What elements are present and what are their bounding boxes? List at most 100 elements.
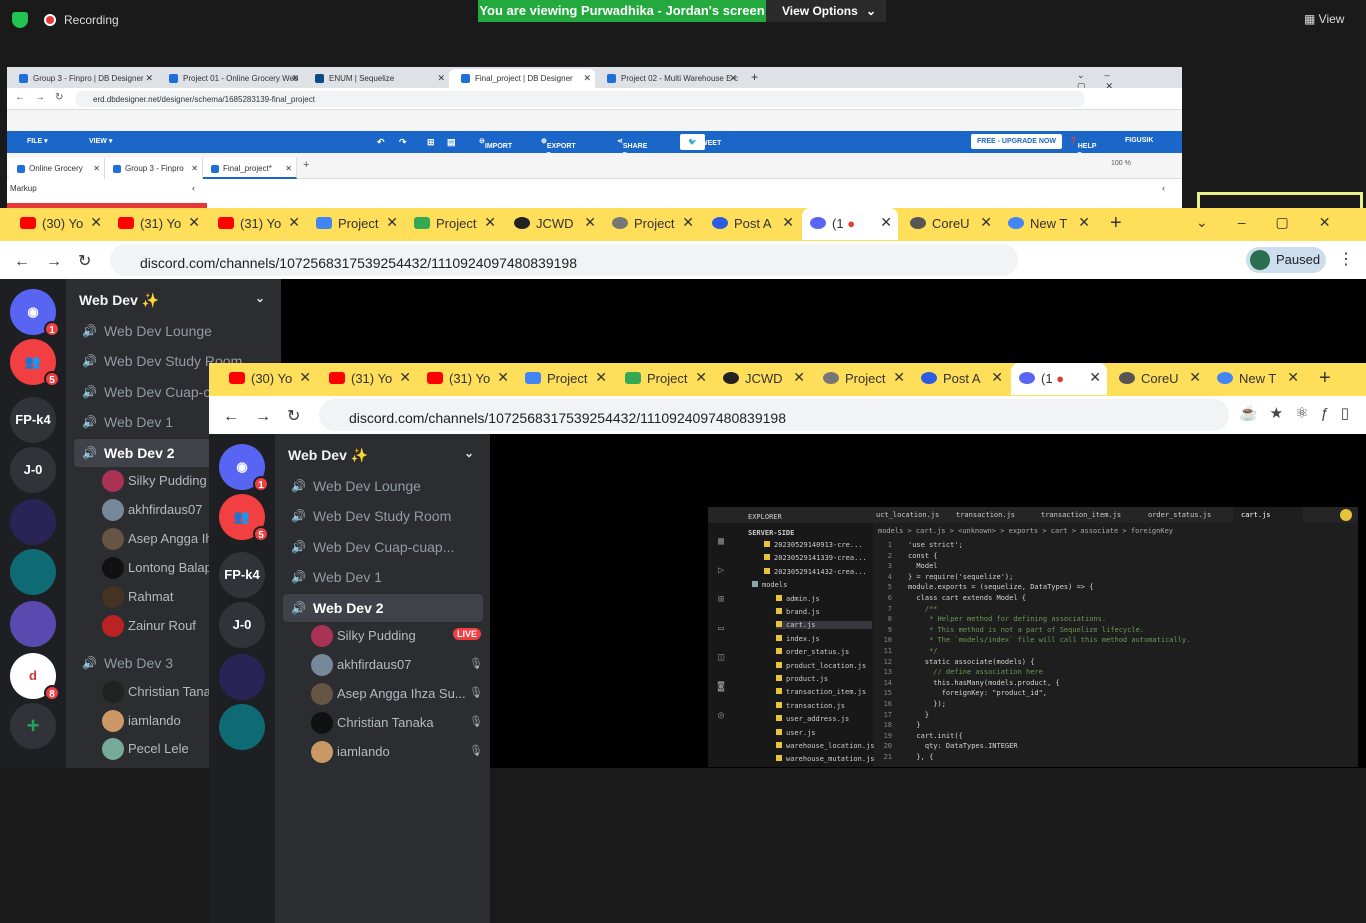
voice-channel[interactable]: 🔊 Web Dev Lounge	[283, 472, 483, 500]
voice-user[interactable]: Silky Pudding LIVE	[307, 622, 487, 650]
close-icon[interactable]: ✕	[1078, 214, 1090, 231]
close-icon[interactable]: ✕	[90, 214, 102, 231]
close-icon[interactable]: ✕	[584, 214, 596, 231]
user-menu[interactable]: FIGUSIK	[1125, 137, 1153, 144]
friends-icon[interactable]: 👥 5	[219, 494, 269, 542]
file-tree-item[interactable]: cart.js	[776, 621, 872, 630]
file-tree-item[interactable]: user.js	[776, 728, 816, 737]
view-button[interactable]: ▦ View	[1304, 12, 1344, 26]
file-tree-item[interactable]: models	[752, 581, 787, 589]
close-icon[interactable]: ✕	[288, 214, 300, 231]
close-icon[interactable]: ✕	[188, 214, 200, 231]
discord-home-icon[interactable]: ◉ 1	[219, 444, 269, 492]
browser-tab-active[interactable]: Final_project | DB Designer ✕	[449, 69, 595, 88]
file-tree-item[interactable]: user_address.js	[776, 715, 849, 723]
collapse-icon[interactable]: ‹	[1162, 183, 1165, 193]
page-icon[interactable]: ▤	[447, 137, 456, 148]
browser-tab[interactable]: Project ✕	[406, 208, 502, 240]
file-tree-item[interactable]: brand.js	[776, 608, 820, 616]
close-icon[interactable]: ✕	[991, 369, 1003, 386]
voice-channel[interactable]: 🔊 Web Dev Study Room	[283, 502, 483, 530]
server-icon[interactable]	[10, 601, 56, 647]
url-field[interactable]: discord.com/channels/1072568317539254432…	[110, 244, 1018, 276]
nav-arrows-icon[interactable]: ←→↻	[223, 406, 316, 426]
nav-arrows-icon[interactable]: ←→↻	[15, 92, 73, 103]
diagram-tab-active[interactable]: Final_project* ✕	[203, 158, 297, 179]
close-icon[interactable]: ✕	[782, 214, 794, 231]
file-tree-item[interactable]: product_location.js	[776, 661, 866, 670]
editor-tab[interactable]: transaction_item.js	[1033, 507, 1121, 523]
browser-tab[interactable]: CoreU ✕	[902, 208, 998, 240]
server-header[interactable]: Web Dev ✨ ⌄	[275, 434, 490, 474]
browser-tab[interactable]: Project 02 - Multi Warehouse E-c ✕	[595, 69, 741, 88]
browser-tab-active[interactable]: (1 ● ✕	[1011, 363, 1107, 395]
voice-user[interactable]: Asep Angga Ihza Su... 🎙	[307, 680, 487, 708]
activity-bar-icons[interactable]: ▦ ▷ ⊞ ▭ ◫ ◙ ◎	[718, 527, 730, 727]
close-icon[interactable]: ✕	[583, 73, 591, 84]
new-tab-icon[interactable]: +	[1319, 367, 1331, 390]
close-icon[interactable]: ✕	[893, 369, 905, 386]
browser-tab[interactable]: (30) Yo ✕	[221, 363, 317, 395]
close-icon[interactable]: ✕	[484, 214, 496, 231]
browser-tab[interactable]: Post A ✕	[704, 208, 800, 240]
export-menu[interactable]: ⊕ EXPORT ▾	[541, 137, 576, 158]
diagram-tab[interactable]: Online Grocery ✕	[9, 158, 105, 179]
close-icon[interactable]: ✕	[191, 164, 198, 173]
file-tree-item[interactable]: warehouse_mutation.js	[776, 755, 875, 763]
url-field[interactable]: erd.dbdesigner.net/designer/schema/16852…	[75, 91, 1085, 107]
browser-tab[interactable]: New T ✕	[1209, 363, 1305, 395]
grid-icon[interactable]: ⊞	[427, 137, 435, 148]
file-tree-item[interactable]: 20230529141432-crea...	[764, 567, 867, 576]
extension-icons[interactable]: ☕★⚛ƒ▯	[1239, 404, 1361, 422]
voice-user[interactable]: akhfirdaus07 🎙	[307, 651, 487, 679]
close-icon[interactable]: ✕	[980, 214, 992, 231]
editor-tab[interactable]: transaction.js	[948, 507, 1015, 523]
voice-channel[interactable]: 🔊 Web Dev Cuap-cuap...	[283, 533, 483, 561]
discord-home-icon[interactable]: ◉ 1	[10, 289, 60, 337]
add-tab-icon[interactable]: +	[303, 159, 309, 171]
close-icon[interactable]: ✕	[1189, 369, 1201, 386]
browser-tab[interactable]: New T ✕	[1000, 208, 1096, 240]
browser-tab[interactable]: Project ✕	[517, 363, 613, 395]
browser-tab[interactable]: Project 01 - Online Grocery Web ✕	[157, 69, 303, 88]
editor-tab-active[interactable]: cart.js	[1233, 507, 1303, 523]
browser-tab[interactable]: (31) Yo ✕	[210, 208, 306, 240]
server-icon[interactable]	[10, 549, 56, 595]
server-header[interactable]: Web Dev ✨ ⌄	[66, 279, 281, 319]
collapse-icon[interactable]: ‹	[192, 183, 195, 193]
help-menu[interactable]: ❓ HELP ▾	[1069, 137, 1096, 158]
import-menu[interactable]: ⊖ IMPORT	[479, 137, 512, 150]
menu-icon[interactable]: ⋮	[1338, 249, 1354, 269]
close-icon[interactable]: ✕	[880, 214, 892, 231]
server-fp-k4[interactable]: FP-k4	[10, 397, 56, 443]
browser-tab[interactable]: Project ✕	[617, 363, 713, 395]
window-controls[interactable]: ⌄–▢✕	[1196, 214, 1360, 231]
close-icon[interactable]: ✕	[1089, 369, 1101, 386]
browser-tab[interactable]: ENUM | Sequelize ✕	[303, 69, 449, 88]
close-icon[interactable]: ✕	[291, 73, 299, 84]
redo-icon[interactable]: ↷	[399, 137, 407, 148]
browser-tab[interactable]: (31) Yo ✕	[321, 363, 417, 395]
browser-tab[interactable]: (31) Yo ✕	[110, 208, 206, 240]
view-options-button[interactable]: View Options ⌄	[766, 0, 886, 22]
close-icon[interactable]: ✕	[1287, 369, 1299, 386]
add-server-icon[interactable]: +	[10, 703, 56, 749]
voice-user[interactable]: iamlando 🎙	[307, 738, 487, 766]
browser-tab[interactable]: Post A ✕	[913, 363, 1009, 395]
explorer-section[interactable]: SERVER-SIDE	[748, 529, 794, 537]
close-icon[interactable]: ✕	[595, 369, 607, 386]
close-icon[interactable]: ✕	[729, 73, 737, 84]
voice-channel-selected[interactable]: 🔊 Web Dev 2	[283, 594, 483, 622]
file-tree-item[interactable]: admin.js	[776, 594, 820, 603]
server-icon[interactable]	[219, 654, 265, 700]
server-j-0[interactable]: J-0	[219, 602, 265, 648]
close-icon[interactable]: ✕	[285, 164, 292, 173]
close-icon[interactable]: ✕	[437, 73, 445, 84]
tweet-button[interactable]: 🐦 TWEET	[680, 134, 721, 150]
browser-tab[interactable]: (31) Yo ✕	[419, 363, 515, 395]
browser-tab[interactable]: Project ✕	[815, 363, 911, 395]
file-tree-item[interactable]: 20230529141339-crea...	[764, 554, 867, 562]
voice-user[interactable]: Christian Tanaka 🎙	[307, 709, 487, 737]
profile-paused-button[interactable]: Paused	[1246, 247, 1326, 273]
server-digitalk[interactable]: d8	[10, 653, 60, 701]
